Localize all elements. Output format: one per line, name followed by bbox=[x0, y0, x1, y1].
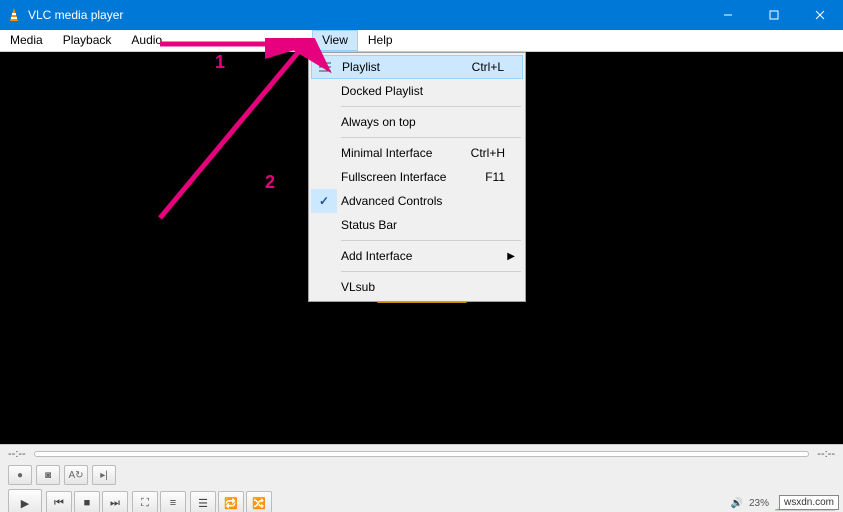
volume-percent: 23% bbox=[749, 498, 769, 509]
menu-item-playlist[interactable]: Playlist Ctrl+L bbox=[311, 55, 523, 79]
menu-label: Fullscreen Interface bbox=[337, 170, 485, 184]
menu-label: Docked Playlist bbox=[337, 84, 523, 98]
controls-panel: --:-- --:-- ● ◙ A↻ ▸| ▶ ⏮ ■ ⏭ ⛶ ≡ ☰ 🔁 🔀 … bbox=[0, 444, 843, 512]
menu-item-status-bar[interactable]: Status Bar bbox=[311, 213, 523, 237]
menu-item-minimal-interface[interactable]: Minimal Interface Ctrl+H bbox=[311, 141, 523, 165]
prev-button[interactable]: ⏮ bbox=[46, 491, 72, 512]
menu-separator bbox=[341, 106, 521, 107]
frame-step-button[interactable]: ▸| bbox=[92, 465, 116, 485]
time-total: --:-- bbox=[817, 448, 835, 460]
menu-item-vlsub[interactable]: VLsub bbox=[311, 275, 523, 299]
menu-label: Advanced Controls bbox=[337, 194, 523, 208]
vlc-logo-icon bbox=[6, 7, 22, 23]
window-title: VLC media player bbox=[28, 8, 123, 22]
menu-label: Playlist bbox=[338, 60, 472, 74]
shuffle-button[interactable]: 🔀 bbox=[246, 491, 272, 512]
menu-playback[interactable]: Playback bbox=[53, 30, 122, 51]
menu-separator bbox=[341, 137, 521, 138]
menu-label: Status Bar bbox=[337, 218, 523, 232]
playlist-icon bbox=[318, 62, 332, 72]
check-icon: ✓ bbox=[319, 194, 329, 208]
menu-accel: Ctrl+L bbox=[472, 60, 522, 74]
watermark: wsxdn.com bbox=[779, 495, 839, 510]
menu-accel: Ctrl+H bbox=[471, 146, 523, 160]
menu-label: Minimal Interface bbox=[337, 146, 471, 160]
next-button[interactable]: ⏭ bbox=[102, 491, 128, 512]
mute-icon[interactable]: 🔊 bbox=[731, 498, 743, 509]
menu-label: Add Interface bbox=[337, 249, 523, 263]
seek-bar: --:-- --:-- bbox=[0, 445, 843, 463]
minimize-button[interactable] bbox=[705, 0, 751, 30]
menu-view[interactable]: View bbox=[312, 30, 358, 51]
loop-ab-button[interactable]: A↻ bbox=[64, 465, 88, 485]
close-button[interactable] bbox=[797, 0, 843, 30]
window-controls bbox=[705, 0, 843, 30]
menu-separator bbox=[341, 271, 521, 272]
stop-button[interactable]: ■ bbox=[74, 491, 100, 512]
record-button[interactable]: ● bbox=[8, 465, 32, 485]
seek-track[interactable] bbox=[34, 451, 810, 457]
menu-label: VLsub bbox=[337, 280, 523, 294]
menu-item-add-interface[interactable]: Add Interface ▶ bbox=[311, 244, 523, 268]
menu-help[interactable]: Help bbox=[358, 30, 403, 51]
fullscreen-button[interactable]: ⛶ bbox=[132, 491, 158, 512]
play-button[interactable]: ▶ bbox=[8, 489, 42, 512]
view-dropdown: Playlist Ctrl+L Docked Playlist Always o… bbox=[308, 52, 526, 302]
playlist-button[interactable]: ☰ bbox=[190, 491, 216, 512]
menu-separator bbox=[341, 240, 521, 241]
menu-item-always-on-top[interactable]: Always on top bbox=[311, 110, 523, 134]
menu-audio[interactable]: Audio bbox=[121, 30, 172, 51]
ext-settings-button[interactable]: ≡ bbox=[160, 491, 186, 512]
titlebar: VLC media player bbox=[0, 0, 843, 30]
menu-item-fullscreen-interface[interactable]: Fullscreen Interface F11 bbox=[311, 165, 523, 189]
menu-accel: F11 bbox=[485, 170, 523, 184]
snapshot-button[interactable]: ◙ bbox=[36, 465, 60, 485]
menu-media[interactable]: Media bbox=[0, 30, 53, 51]
submenu-arrow-icon: ▶ bbox=[507, 251, 515, 262]
time-elapsed: --:-- bbox=[8, 448, 26, 460]
maximize-button[interactable] bbox=[751, 0, 797, 30]
menu-label: Always on top bbox=[337, 115, 523, 129]
menu-item-docked-playlist[interactable]: Docked Playlist bbox=[311, 79, 523, 103]
menu-item-advanced-controls[interactable]: ✓ Advanced Controls bbox=[311, 189, 523, 213]
menubar: Media Playback Audio View Help bbox=[0, 30, 843, 52]
loop-button[interactable]: 🔁 bbox=[218, 491, 244, 512]
